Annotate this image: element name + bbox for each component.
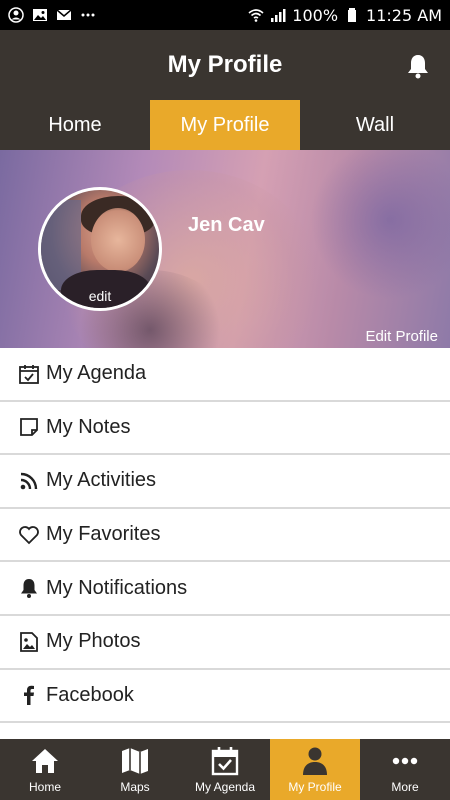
- user-icon: [303, 747, 327, 775]
- battery-percent: 100%: [292, 5, 339, 25]
- profile-menu: My Agenda My Notes My Activities My Favo…: [0, 348, 450, 724]
- avatar[interactable]: edit: [38, 187, 162, 311]
- menu-label: My Agenda: [46, 362, 147, 385]
- nav-more[interactable]: More: [360, 739, 450, 800]
- bottom-nav: Home Maps My Agenda My Profile More: [0, 739, 450, 800]
- cover-decoration: [310, 150, 450, 300]
- tab-bar: Home My Profile Wall: [0, 100, 450, 150]
- nav-home[interactable]: Home: [0, 739, 90, 800]
- bell-icon[interactable]: [404, 52, 432, 80]
- menu-label: My Favorites: [46, 523, 161, 546]
- menu-item-my-activities[interactable]: My Activities: [0, 455, 450, 509]
- menu-item-my-photos[interactable]: My Photos: [0, 616, 450, 670]
- app-bar: My Profile: [0, 30, 450, 100]
- nav-maps[interactable]: Maps: [90, 739, 180, 800]
- account-circle-icon: [8, 7, 24, 23]
- user-name: Jen Cav: [188, 214, 265, 236]
- image-icon: [33, 9, 47, 21]
- facebook-icon: [24, 686, 34, 706]
- heart-icon: [19, 525, 39, 544]
- status-right: 100% 11:25 AM: [248, 6, 442, 25]
- signal-icon: [271, 9, 286, 22]
- menu-item-facebook[interactable]: Facebook: [0, 670, 450, 724]
- more-dots-icon: [81, 13, 95, 17]
- nav-my-profile[interactable]: My Profile: [270, 739, 360, 800]
- calendar-check-icon: [19, 364, 39, 384]
- calendar-check-icon: [211, 747, 239, 776]
- menu-label: My Activities: [46, 469, 157, 492]
- rss-icon: [20, 472, 38, 490]
- menu-item-my-notifications[interactable]: My Notifications: [0, 562, 450, 616]
- menu-label: Facebook: [46, 683, 134, 706]
- page-title: My Profile: [167, 51, 283, 78]
- status-time: 11:25 AM: [366, 5, 442, 25]
- more-dots-icon: [392, 757, 418, 765]
- status-bar: 100% 11:25 AM: [0, 0, 450, 30]
- menu-label: My Photos: [46, 630, 141, 653]
- nav-label: My Profile: [288, 780, 342, 794]
- tab-wall[interactable]: Wall: [300, 100, 450, 150]
- status-left: [8, 7, 96, 23]
- wifi-icon: [248, 9, 264, 22]
- tab-home[interactable]: Home: [0, 100, 150, 150]
- nav-label: More: [391, 780, 419, 794]
- mail-icon: [56, 9, 72, 20]
- menu-label: My Notes: [46, 415, 131, 438]
- menu-item-my-favorites[interactable]: My Favorites: [0, 509, 450, 563]
- home-icon: [32, 749, 58, 773]
- nav-label: Maps: [120, 780, 150, 794]
- map-icon: [122, 748, 148, 774]
- avatar-face: [91, 208, 145, 272]
- menu-item-my-agenda[interactable]: My Agenda: [0, 348, 450, 402]
- note-icon: [20, 418, 38, 437]
- edit-profile-link[interactable]: Edit Profile: [365, 328, 438, 345]
- nav-my-agenda[interactable]: My Agenda: [180, 739, 270, 800]
- nav-label: Home: [28, 780, 61, 794]
- avatar-edit-label[interactable]: edit: [41, 288, 159, 304]
- tab-my-profile[interactable]: My Profile: [150, 100, 300, 150]
- nav-label: My Agenda: [194, 780, 256, 794]
- menu-item-my-notes[interactable]: My Notes: [0, 402, 450, 456]
- menu-label: My Notifications: [46, 576, 188, 599]
- bell-icon: [21, 579, 37, 599]
- battery-icon: [348, 8, 357, 22]
- photo-icon: [20, 631, 38, 652]
